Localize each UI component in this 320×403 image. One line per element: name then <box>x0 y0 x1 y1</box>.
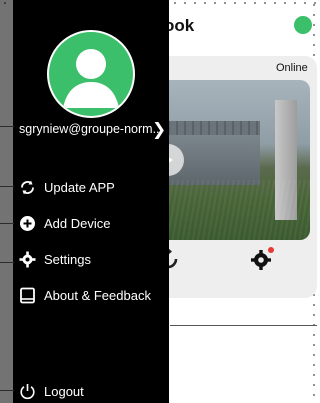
gear-icon <box>19 251 36 268</box>
chevron-right-icon[interactable]: ❯ <box>152 120 166 140</box>
refresh-icon <box>19 179 36 196</box>
menu-item-label: About & Feedback <box>44 287 151 303</box>
connector-line <box>0 186 14 187</box>
avatar[interactable] <box>47 30 135 118</box>
online-status: Online <box>276 62 308 74</box>
connector-line <box>0 390 14 391</box>
menu-item-settings[interactable]: Settings <box>19 248 91 270</box>
menu-item-add-device[interactable]: Add Device <box>19 212 110 234</box>
alert-dot <box>268 247 274 253</box>
connector-line <box>0 126 14 127</box>
power-icon <box>19 383 36 400</box>
menu-item-update-app[interactable]: Update APP <box>19 176 115 198</box>
divider-line <box>170 325 317 326</box>
menu-item-about-feedback[interactable]: About & Feedback <box>19 284 151 306</box>
scrim-overlay[interactable] <box>0 0 13 403</box>
connector-line <box>0 262 14 263</box>
menu-item-label: Update APP <box>44 179 115 195</box>
menu-item-logout[interactable]: Logout <box>19 380 84 402</box>
user-avatar-icon <box>63 49 119 108</box>
connector-line <box>0 223 14 224</box>
add-device-icon <box>19 215 36 232</box>
menu-item-label: Add Device <box>44 215 111 231</box>
menu-item-label: Logout <box>44 383 84 399</box>
menu-item-label: Settings <box>44 251 91 267</box>
book-icon <box>19 287 36 304</box>
status-dot <box>294 16 312 34</box>
user-email[interactable]: sgryniew@groupe-norm... <box>19 122 163 136</box>
device-settings-icon[interactable] <box>249 246 275 272</box>
